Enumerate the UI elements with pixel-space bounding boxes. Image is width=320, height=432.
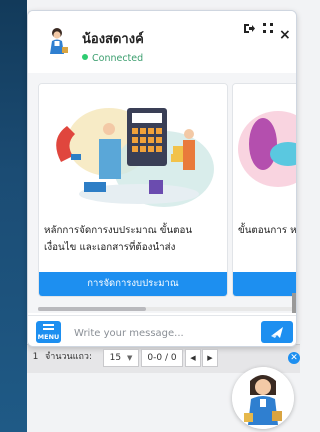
menu-button[interactable]: MENU bbox=[36, 321, 61, 343]
card-title: หลักการจัดการงบประมาณ ขั้นตอน เงื่อนไข แ… bbox=[44, 225, 193, 253]
message-input-bar: MENU bbox=[28, 315, 296, 346]
close-icon[interactable]: × bbox=[279, 28, 291, 42]
prev-page-button[interactable]: ◀ bbox=[185, 349, 201, 367]
vertical-scrollbar[interactable] bbox=[292, 293, 296, 313]
expand-icon[interactable] bbox=[263, 23, 273, 35]
logout-icon[interactable] bbox=[243, 23, 255, 36]
scroll-thumb[interactable] bbox=[38, 307, 146, 311]
card-carousel: หลักการจัดการงบประมาณ ขั้นตอน เงื่อนไข แ… bbox=[28, 73, 296, 313]
bot-avatar bbox=[50, 28, 68, 54]
message-input[interactable] bbox=[72, 322, 256, 344]
rows-per-page-value: 15 bbox=[109, 353, 122, 363]
card-illustration bbox=[39, 84, 227, 214]
budget-management-button[interactable]: การจัดการงบประมาณ bbox=[39, 272, 227, 296]
status-text: Connected bbox=[92, 53, 144, 64]
chevron-right-icon: ▶ bbox=[207, 354, 213, 362]
close-chat-icon[interactable]: ✕ bbox=[288, 352, 300, 364]
menu-label: MENU bbox=[37, 333, 60, 341]
bot-avatar-icon bbox=[232, 367, 294, 429]
rows-per-page-label: จำนวนแถว: bbox=[45, 352, 93, 362]
chatbot-launcher-button[interactable] bbox=[232, 367, 294, 429]
chevron-left-icon: ◀ bbox=[190, 354, 196, 362]
card-second: ขั้นตอนการ หน่วยรับงบ ก bbox=[232, 83, 297, 297]
chat-window: น้องสดางค์ Connected × หลักการจัดการงบปร… bbox=[27, 10, 297, 347]
chevron-down-icon: ▼ bbox=[126, 354, 133, 362]
bot-name: น้องสดางค์ bbox=[82, 32, 144, 47]
horizontal-scrollbar[interactable] bbox=[38, 307, 296, 311]
status-dot-icon bbox=[82, 54, 88, 60]
next-page-button[interactable]: ▶ bbox=[202, 349, 218, 367]
send-button[interactable] bbox=[261, 321, 293, 343]
send-icon bbox=[271, 327, 283, 338]
card-budget-management: หลักการจัดการงบประมาณ ขั้นตอน เงื่อนไข แ… bbox=[38, 83, 228, 297]
chat-header: น้องสดางค์ Connected × bbox=[28, 11, 296, 71]
page-range: 0-0 / 0 bbox=[141, 349, 183, 367]
page-background-left bbox=[0, 0, 27, 432]
card-title: ขั้นตอนการ หน่วยรับงบ bbox=[238, 225, 297, 236]
menu-icon bbox=[43, 324, 54, 332]
rows-per-page-select[interactable]: 15 ▼ bbox=[103, 349, 139, 367]
status-row: Connected bbox=[82, 53, 143, 64]
card-illustration bbox=[233, 84, 296, 214]
card-second-button[interactable]: ก bbox=[233, 272, 296, 296]
page-number: 1 bbox=[32, 352, 39, 362]
